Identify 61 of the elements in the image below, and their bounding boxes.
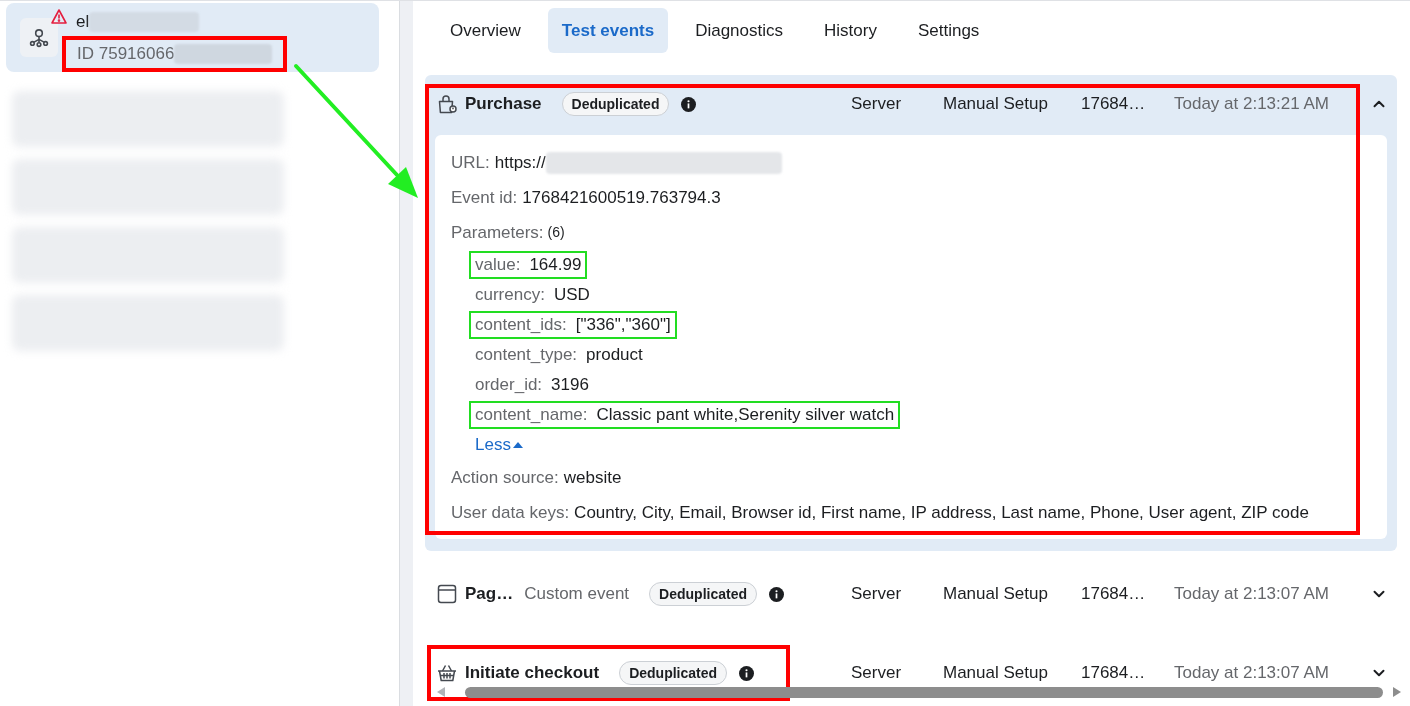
field-label: Parameters: (451, 221, 544, 244)
event-name: Initiate checkout (465, 662, 600, 685)
event-name: Pag… (465, 583, 514, 606)
status-badge: Deduplicated (561, 92, 670, 116)
parameter-value: product (586, 344, 643, 367)
field-label: User data keys: (451, 501, 570, 524)
event-name: Purchase (465, 93, 542, 116)
account-name: el (76, 11, 90, 34)
event-time: Today at 2:13:07 AM (1174, 662, 1330, 685)
info-icon[interactable] (739, 665, 755, 681)
shopping-bag-icon (437, 94, 457, 114)
event-type: Custom event (524, 583, 630, 606)
setup-method: Manual Setup (943, 662, 1049, 685)
event-id: 17684… (1081, 662, 1147, 685)
event-id: 17684… (1081, 583, 1147, 606)
browser-window-icon (437, 584, 457, 604)
parameter-key: order_id: (475, 372, 543, 398)
field-label: Action source: (451, 466, 559, 489)
tab[interactable]: Overview (436, 8, 535, 53)
basket-icon (437, 663, 457, 683)
event-source: Server (851, 93, 903, 116)
parameter-key: currency: (475, 282, 545, 308)
parameter-count: (6) (547, 223, 565, 242)
field-label: URL: (451, 151, 490, 174)
field-value: website (563, 466, 622, 489)
tab[interactable]: History (810, 8, 891, 53)
tab[interactable]: Diagnostics (681, 8, 797, 53)
status-badge: Deduplicated (649, 582, 757, 606)
field-value: Country, City, Email, Browser id, First name, IP address, Last name, Phone, User agent, ZIP code (574, 501, 1309, 524)
caret-up-icon (512, 442, 523, 448)
parameter-value: USD (553, 284, 590, 307)
less-link[interactable]: Less (475, 432, 523, 458)
status-badge: Deduplicated (619, 661, 728, 685)
parameter-value: ["336","360"] (575, 314, 671, 337)
scrollbar-thumb[interactable] (465, 686, 1383, 698)
parameter-value: 164.99 (529, 254, 582, 277)
parameter-key: content_ids: (475, 312, 567, 338)
info-icon[interactable] (769, 586, 784, 602)
field-value: 1768421600519.763794.3 (522, 186, 721, 209)
event-time: Today at 2:13:21 AM (1174, 93, 1330, 116)
parameter-key: value: (475, 252, 521, 278)
network-icon (29, 27, 49, 48)
account-id: ID 75916066 (77, 43, 175, 66)
tab[interactable]: Settings (903, 8, 994, 53)
sidebar-item[interactable]: el ID 75916066 (6, 3, 379, 72)
event-source: Server (851, 662, 903, 685)
scroll-right-icon[interactable] (1393, 687, 1401, 697)
setup-method: Manual Setup (943, 93, 1049, 116)
tab[interactable]: Test events (547, 8, 669, 53)
warning-icon (51, 9, 67, 24)
setup-method: Manual Setup (943, 583, 1049, 606)
parameter-value: 3196 (551, 374, 589, 397)
event-source: Server (851, 583, 903, 606)
event-time: Today at 2:13:07 AM (1174, 583, 1330, 606)
parameter-key: content_type: (475, 342, 578, 368)
info-icon[interactable] (681, 96, 697, 112)
field-value: https:// (494, 151, 546, 174)
field-label: Event id: (451, 186, 518, 209)
event-id: 17684… (1081, 93, 1147, 116)
parameter-key: content_name: (475, 402, 588, 428)
parameter-value: Classic pant white,Serenity silver watch (596, 404, 895, 427)
